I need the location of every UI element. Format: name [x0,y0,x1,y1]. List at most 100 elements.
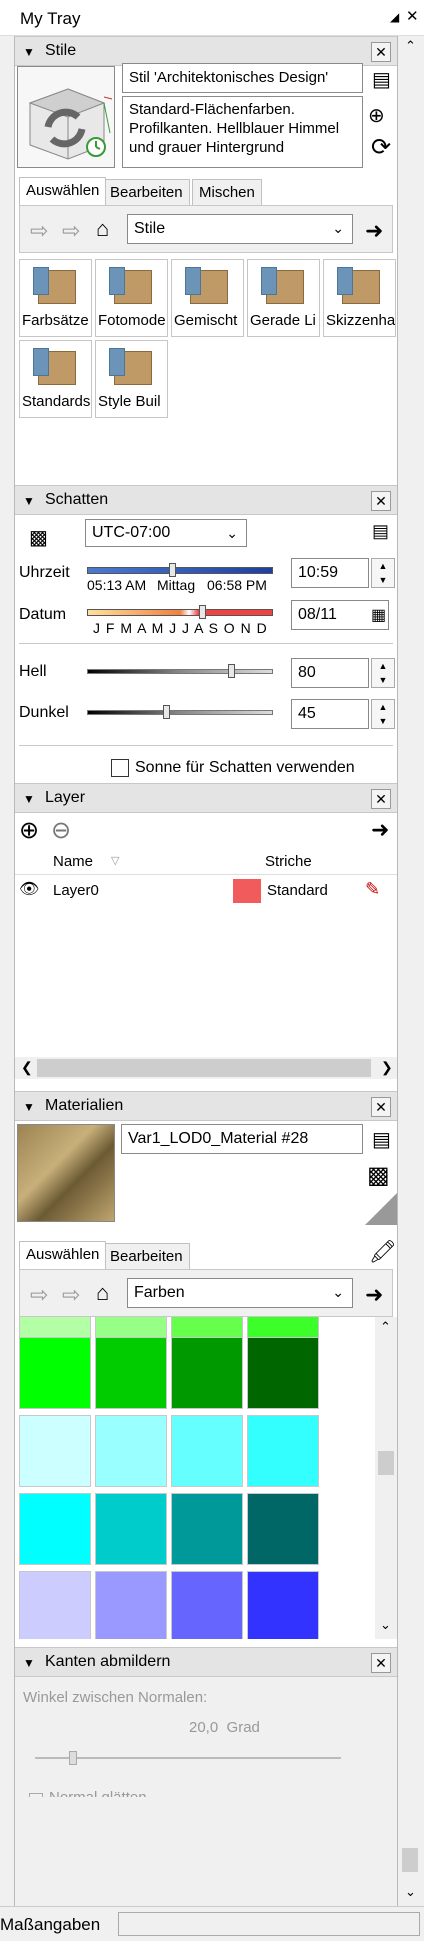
scrollbar-thumb[interactable] [378,1451,394,1475]
color-swatch[interactable] [95,1571,167,1639]
dunkel-input[interactable]: 45 [291,699,369,729]
home-icon[interactable]: ⌂ [96,1280,109,1306]
style-description-field[interactable]: Standard-Flächenfarben. Profilkanten. He… [122,96,363,168]
expand-panel-icon[interactable]: ▤ [372,521,389,542]
time-slider-thumb[interactable] [169,563,176,577]
sun-checkbox[interactable] [111,759,129,777]
close-icon[interactable]: ✕ [371,789,391,809]
details-icon[interactable]: ➜ [371,817,389,843]
tray-scrollbar[interactable]: ⌃ ⌄ [400,36,420,1906]
folder-item[interactable]: Fotomode [95,259,168,337]
style-name-field[interactable]: Stil 'Architektonisches Design' [122,63,363,93]
materialien-header[interactable]: ▼ Materialien ✕ [15,1091,397,1121]
home-icon[interactable]: ⌂ [96,216,109,242]
color-swatch[interactable] [171,1493,243,1565]
create-material-icon[interactable]: ▤ [372,1127,391,1152]
time-slider-track[interactable] [87,567,273,574]
color-swatch[interactable] [247,1493,319,1565]
create-style-icon[interactable]: ⊕ [368,103,385,128]
time-spinner[interactable]: ▲ ▼ [371,558,395,588]
angle-slider-track[interactable] [35,1757,341,1759]
kanten-header[interactable]: ▼ Kanten abmildern ✕ [15,1647,397,1677]
date-slider-track[interactable] [87,609,273,616]
close-icon[interactable]: ✕ [371,42,391,62]
remove-layer-icon[interactable]: ⊖ [51,816,71,845]
calendar-icon[interactable]: ▦ [371,605,386,625]
default-material-icon[interactable] [365,1193,397,1225]
tab-bearbeiten[interactable]: Bearbeiten [103,1243,190,1269]
layer-color-swatch[interactable] [233,879,261,903]
color-swatch[interactable] [247,1337,319,1409]
details-icon[interactable]: ➜ [365,1282,383,1308]
collapse-arrow-icon[interactable]: ▼ [23,1100,35,1114]
tab-bearbeiten[interactable]: Bearbeiten [103,179,190,205]
vertical-scrollbar[interactable]: ⌃ ⌄ [375,1317,397,1639]
collapse-arrow-icon[interactable]: ▼ [23,792,35,806]
scrollbar-thumb[interactable] [402,1848,418,1872]
folder-item[interactable]: Standards [19,340,92,418]
back-icon[interactable]: ⇨ [30,218,48,244]
folder-item[interactable]: Gerade Li [247,259,320,337]
color-swatch[interactable] [171,1337,243,1409]
collapse-arrow-icon[interactable]: ▼ [23,45,35,59]
stile-header[interactable]: ▼ Stile ✕ [15,36,397,66]
timezone-select[interactable]: UTC-07:00 ⌄ [85,519,247,547]
color-swatch[interactable] [247,1571,319,1639]
color-swatch[interactable] [95,1337,167,1409]
tab-auswaehlen[interactable]: Auswählen [19,177,107,205]
layer-linetype[interactable]: Standard [267,882,328,899]
pin-icon[interactable]: ◢ [390,10,399,24]
column-name[interactable]: Name [53,853,93,870]
color-swatch[interactable] [95,1317,167,1339]
column-striche[interactable]: Striche [265,853,312,870]
color-swatch[interactable] [19,1317,91,1339]
layer-header[interactable]: ▼ Layer ✕ [15,783,397,813]
materialien-collection-select[interactable]: Farben ⌄ [127,1278,353,1308]
color-swatch[interactable] [247,1317,319,1339]
visibility-eye-icon[interactable]: 👁 [19,879,39,899]
horizontal-scrollbar[interactable]: ❮ ❯ [15,1057,397,1079]
color-swatch[interactable] [95,1493,167,1565]
color-swatch[interactable] [171,1571,243,1639]
hell-slider-track[interactable] [87,669,273,674]
date-slider-thumb[interactable] [199,605,206,619]
color-swatch[interactable] [19,1571,91,1639]
scroll-up-icon[interactable]: ⌃ [405,38,416,54]
dunkel-slider-thumb[interactable] [163,705,170,719]
tab-auswaehlen[interactable]: Auswählen [19,1241,107,1269]
dunkel-spinner[interactable]: ▲ ▼ [371,699,395,729]
shadow-toggle-icon[interactable]: ▩ [29,525,48,550]
eyedropper-icon[interactable]: 🖍 [369,1239,397,1265]
folder-item[interactable]: Skizzenha [323,259,396,337]
measurements-input[interactable] [118,1912,420,1936]
time-input[interactable]: 10:59 [291,558,369,588]
material-preview[interactable] [17,1124,115,1222]
color-swatch[interactable] [247,1415,319,1487]
color-swatch[interactable] [171,1415,243,1487]
scroll-left-icon[interactable]: ❮ [21,1059,33,1076]
close-icon[interactable]: ✕ [371,491,391,511]
add-layer-icon[interactable]: ⊕ [19,816,39,845]
color-swatch[interactable] [19,1493,91,1565]
refresh-icon[interactable]: ⟳ [371,133,391,162]
style-thumbnail[interactable] [17,66,115,168]
color-swatch[interactable] [19,1337,91,1409]
folder-item[interactable]: Farbsätze [19,259,92,337]
scroll-down-icon[interactable]: ⌄ [405,1884,416,1900]
collapse-arrow-icon[interactable]: ▼ [23,494,35,508]
color-swatch[interactable] [95,1415,167,1487]
collapse-arrow-icon[interactable]: ▼ [23,1656,35,1670]
close-icon[interactable]: ✕ [406,7,419,25]
scrollbar-thumb[interactable] [37,1059,371,1077]
color-swatch[interactable] [19,1415,91,1487]
scroll-down-icon[interactable]: ⌄ [380,1617,391,1633]
stile-collection-select[interactable]: Stile ⌄ [127,214,353,244]
paint-bucket-icon[interactable]: ▩ [367,1161,390,1190]
back-icon[interactable]: ⇨ [30,1282,48,1308]
forward-icon[interactable]: ⇨ [62,1282,80,1308]
material-name-field[interactable]: Var1_LOD0_Material #28 [121,1124,363,1154]
tab-mischen[interactable]: Mischen [192,179,262,205]
details-icon[interactable]: ➜ [365,218,383,244]
angle-slider-thumb[interactable] [69,1751,77,1765]
schatten-header[interactable]: ▼ Schatten ✕ [15,485,397,515]
